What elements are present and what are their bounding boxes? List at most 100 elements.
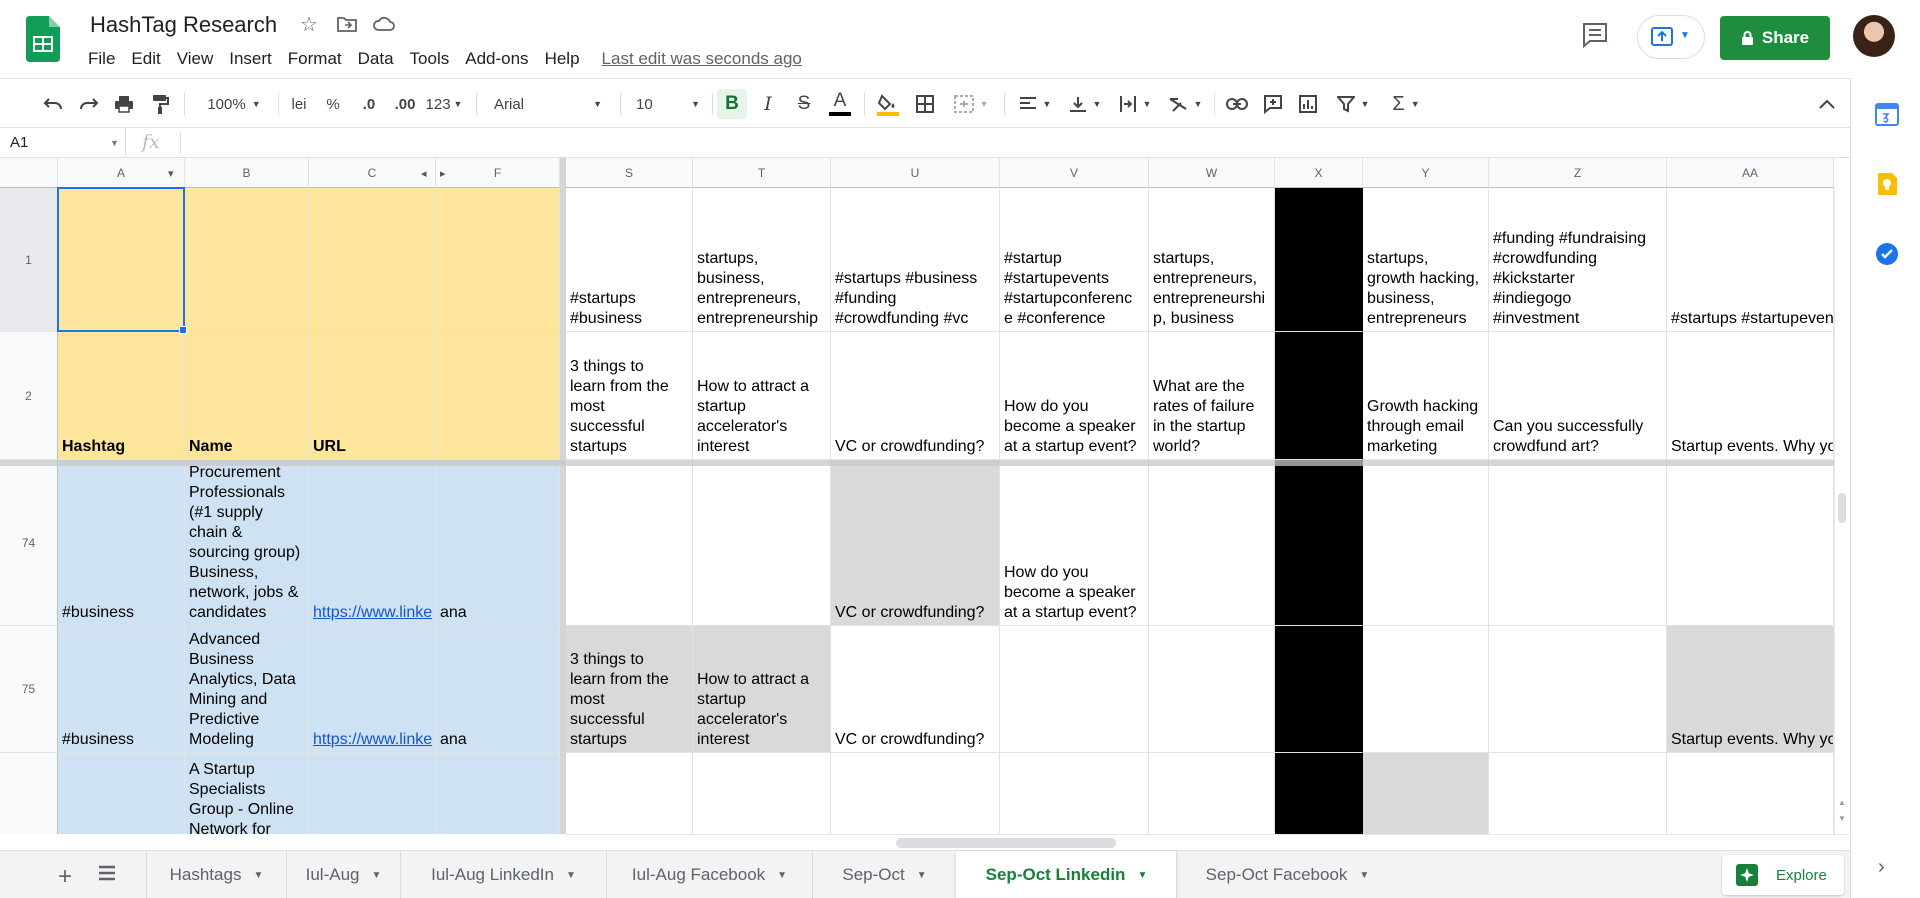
print-icon[interactable]	[111, 89, 137, 119]
cell-x-2[interactable]	[1275, 332, 1363, 460]
cell-t-1[interactable]: startups, business, entrepreneurs, entre…	[693, 188, 831, 332]
cell-b-3[interactable]: Procurement Professionals (#1 supply cha…	[185, 460, 309, 626]
cell-u-3[interactable]: VC or crowdfunding?	[831, 460, 1000, 626]
cell-u-4[interactable]: VC or crowdfunding?	[831, 626, 1000, 753]
cell-z-4[interactable]	[1489, 626, 1667, 753]
font-family-select[interactable]: Arial ▼	[488, 89, 608, 119]
cell-u-1[interactable]: #startups #business #funding #crowdfundi…	[831, 188, 1000, 332]
sheets-logo-icon[interactable]	[26, 16, 60, 62]
row-header[interactable]: 1	[0, 188, 58, 332]
select-all-corner[interactable]	[0, 158, 58, 188]
cell-y-1[interactable]: startups, growth hacking, business, entr…	[1363, 188, 1489, 332]
row-header[interactable]: 75	[0, 626, 58, 753]
sheet-tab-sep-oct[interactable]: Sep-Oct ▼	[812, 851, 956, 898]
column-hide-left-icon[interactable]: ◂	[421, 167, 427, 180]
currency-format-button[interactable]: lei	[286, 89, 312, 119]
show-side-panel-icon[interactable]: ›	[1878, 856, 1885, 879]
cell-t-2[interactable]: How to attract a startup accelerator's i…	[693, 332, 831, 460]
merge-cells-icon[interactable]: ▼	[946, 89, 996, 119]
column-header-t[interactable]: T	[693, 158, 831, 188]
name-box-dropdown-icon[interactable]: ▼	[110, 138, 119, 148]
column-header-u[interactable]: U	[831, 158, 1000, 188]
cell-c-4[interactable]: https://www.linke	[309, 626, 436, 753]
hide-menus-icon[interactable]	[1812, 89, 1842, 119]
increase-decimal-button[interactable]: .00	[388, 89, 422, 119]
chevron-down-icon[interactable]: ▼	[1137, 870, 1147, 881]
cell-z-1[interactable]: #funding #fundraising #crowdfunding #kic…	[1489, 188, 1667, 332]
sheet-tab-iul-aug[interactable]: Iul-Aug ▼	[286, 851, 400, 898]
cell-f-3[interactable]: ana	[436, 460, 560, 626]
menu-edit[interactable]: Edit	[123, 48, 168, 72]
explore-button[interactable]: Explore	[1722, 855, 1844, 895]
decrease-decimal-button[interactable]: .0	[354, 89, 384, 119]
italic-icon[interactable]: I	[753, 89, 783, 119]
menu-data[interactable]: Data	[350, 48, 402, 72]
column-hide-right-icon[interactable]: ▸	[440, 167, 446, 180]
filter-dropdown-icon[interactable]: ▾	[168, 167, 174, 180]
cell-v-3[interactable]: How do you become a speaker at a startup…	[1000, 460, 1149, 626]
cell-s-5[interactable]	[566, 753, 693, 834]
star-icon[interactable]: ☆	[297, 13, 321, 37]
cell-y-2[interactable]: Growth hacking through email marketing	[1363, 332, 1489, 460]
cell-c-3[interactable]: https://www.linke	[309, 460, 436, 626]
cell-c-1[interactable]	[309, 188, 436, 332]
horizontal-scrollbar-thumb[interactable]	[896, 838, 1116, 848]
column-header-y[interactable]: Y	[1363, 158, 1489, 188]
cell-w-1[interactable]: startups, entrepreneurs, entrepreneurshi…	[1149, 188, 1275, 332]
cell-z-3[interactable]	[1489, 460, 1667, 626]
sheet-tab-iul-aug-facebook[interactable]: Iul-Aug Facebook ▼	[606, 851, 812, 898]
frozen-column-divider[interactable]	[560, 158, 566, 834]
vertical-scrollbar-thumb[interactable]	[1838, 493, 1846, 523]
cell-w-4[interactable]	[1149, 626, 1275, 753]
row-header[interactable]	[0, 753, 58, 834]
cell-aa-1[interactable]: #startups #startupeven #business #entrep…	[1667, 188, 1834, 332]
functions-icon[interactable]: Σ ▼	[1384, 89, 1428, 119]
cell-c-5[interactable]	[309, 753, 436, 834]
more-formats-button[interactable]: 123 ▼	[422, 89, 466, 119]
cell-x-5[interactable]	[1275, 753, 1363, 834]
sheet-tab-hashtags[interactable]: Hashtags ▼	[146, 851, 286, 898]
cell-s-4[interactable]: 3 things to learn from the most successf…	[566, 626, 693, 753]
text-color-icon[interactable]: A	[825, 89, 855, 119]
cell-f-1[interactable]	[436, 188, 560, 332]
cell-aa-3[interactable]	[1667, 460, 1834, 626]
cell-t-4[interactable]: How to attract a startup accelerator's i…	[693, 626, 831, 753]
cell-t-5[interactable]	[693, 753, 831, 834]
column-header-b[interactable]: B	[185, 158, 309, 188]
keep-icon[interactable]	[1875, 172, 1899, 196]
chevron-down-icon[interactable]: ▼	[777, 870, 787, 881]
vertical-align-icon[interactable]: ▼	[1064, 89, 1106, 119]
row-header[interactable]: 74	[0, 460, 58, 626]
create-filter-icon[interactable]: ▼	[1328, 89, 1378, 119]
cell-y-3[interactable]	[1363, 460, 1489, 626]
cell-v-2[interactable]: How do you become a speaker at a startup…	[1000, 332, 1149, 460]
percent-format-button[interactable]: %	[320, 89, 346, 119]
cell-s-2[interactable]: 3 things to learn from the most successf…	[566, 332, 693, 460]
chevron-down-icon[interactable]: ▼	[371, 870, 381, 881]
text-wrapping-icon[interactable]: ▼	[1114, 89, 1156, 119]
cell-f-2[interactable]	[436, 332, 560, 460]
fill-handle[interactable]	[179, 326, 187, 334]
cell-y-5[interactable]	[1363, 753, 1489, 834]
cell-u-5[interactable]	[831, 753, 1000, 834]
undo-icon[interactable]	[40, 89, 66, 119]
cell-aa-2[interactable]: Startup events. Why yo shouldn't skip le…	[1667, 332, 1834, 460]
calendar-icon[interactable]	[1875, 102, 1899, 126]
cell-a-5[interactable]	[58, 753, 185, 834]
menu-view[interactable]: View	[169, 48, 222, 72]
strikethrough-icon[interactable]: S	[789, 89, 819, 119]
redo-icon[interactable]	[76, 89, 102, 119]
borders-icon[interactable]	[910, 89, 940, 119]
cell-a-3[interactable]: #business	[58, 460, 185, 626]
cell-b-5[interactable]: A Startup Specialists Group - Online Net…	[185, 753, 309, 834]
column-header-s[interactable]: S	[566, 158, 693, 188]
font-size-select[interactable]: 10 ▼	[630, 89, 706, 119]
present-button[interactable]: ▼	[1637, 15, 1705, 59]
cell-link[interactable]: https://www.linke	[313, 730, 432, 750]
name-box[interactable]: A1	[0, 128, 126, 158]
cell-c-2[interactable]: URL	[309, 332, 436, 460]
menu-tools[interactable]: Tools	[402, 48, 458, 72]
cell-aa-5[interactable]	[1667, 753, 1834, 834]
sheet-tab-sep-oct-facebook[interactable]: Sep-Oct Facebook ▼	[1176, 851, 1398, 898]
cell-v-4[interactable]	[1000, 626, 1149, 753]
